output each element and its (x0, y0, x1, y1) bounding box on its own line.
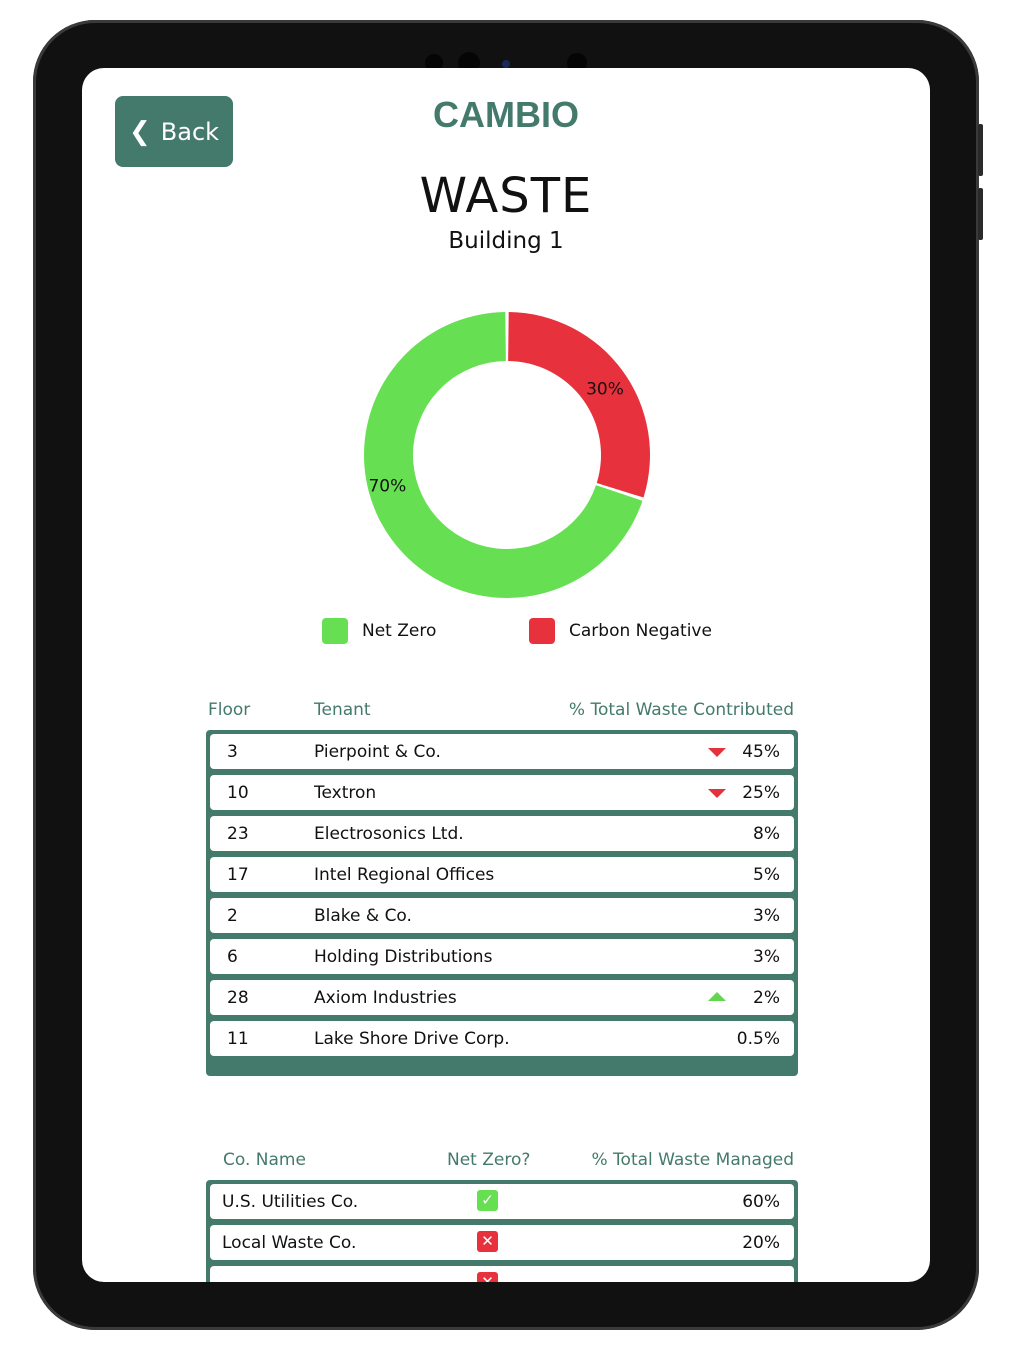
legend-label-net-zero: Net Zero (362, 621, 437, 641)
cell-floor: 28 (227, 988, 249, 1008)
cell-floor: 11 (227, 1029, 249, 1049)
cell-waste-pct: 3% (753, 947, 780, 967)
table-row[interactable]: 10 Textron 25% (210, 775, 794, 810)
cell-tenant: Electrosonics Ltd. (314, 824, 464, 844)
donut-label-net-zero: 70% (368, 477, 406, 497)
app-logo: CAMBIO (433, 94, 579, 135)
column-header-tenant: Tenant (314, 700, 371, 720)
tenant-table: 3 Pierpoint & Co. 45% 10 Textron 25% 23 Electro… (206, 730, 798, 1076)
cell-waste-pct: 3% (753, 906, 780, 926)
cell-tenant: Holding Distributions (314, 947, 493, 967)
cell-company-name: Local Waste Co. (222, 1233, 357, 1253)
page-title: WASTE (419, 168, 593, 224)
cell-floor: 3 (227, 742, 238, 762)
cell-floor: 6 (227, 947, 238, 967)
donut-slice-carbon-negative (508, 312, 650, 498)
cell-company-name: U.S. Utilities Co. (222, 1192, 359, 1212)
trend-up-icon (708, 992, 726, 1001)
column-header-waste-contributed: % Total Waste Contributed (568, 700, 794, 720)
column-header-waste-managed: % Total Waste Managed (591, 1150, 794, 1170)
page-subtitle: Building 1 (448, 228, 564, 254)
cell-waste-pct: 0.5% (736, 1029, 780, 1049)
legend-item-net-zero: Net Zero (322, 618, 436, 644)
cell-waste-pct: 5% (753, 865, 780, 885)
table-row[interactable]: 2 Blake & Co. 3% (210, 898, 794, 933)
table-row[interactable]: ✕ (210, 1266, 794, 1282)
legend-swatch-net-zero (322, 618, 348, 644)
cell-waste-pct: 45% (742, 742, 780, 762)
waste-donut-chart: 70% 30% (364, 312, 650, 598)
cell-floor: 23 (227, 824, 249, 844)
cell-floor: 17 (227, 865, 249, 885)
table-row[interactable]: U.S. Utilities Co. ✓ 60% (210, 1184, 794, 1219)
cell-tenant: Intel Regional Offices (314, 865, 495, 885)
cell-waste-pct: 8% (753, 824, 780, 844)
table-row[interactable]: 23 Electrosonics Ltd. 8% (210, 816, 794, 851)
check-icon: ✓ (477, 1190, 498, 1211)
cross-icon: ✕ (477, 1272, 498, 1282)
table-row[interactable]: 3 Pierpoint & Co. 45% (210, 734, 794, 769)
chart-legend: Net Zero Carbon Negative (82, 618, 930, 646)
cell-waste-pct: 2% (753, 988, 780, 1008)
legend-swatch-carbon-negative (529, 618, 555, 644)
table-row[interactable]: 17 Intel Regional Offices 5% (210, 857, 794, 892)
company-table-header: Co. Name Net Zero? % Total Waste Managed (208, 1150, 794, 1174)
cell-tenant: Textron (314, 783, 377, 803)
camera-icon (502, 60, 510, 68)
cell-waste-managed: 60% (742, 1192, 780, 1212)
column-header-company-name: Co. Name (223, 1150, 306, 1170)
volume-button (978, 188, 983, 240)
table-row[interactable]: 6 Holding Distributions 3% (210, 939, 794, 974)
table-row[interactable]: 28 Axiom Industries 2% (210, 980, 794, 1015)
column-header-net-zero: Net Zero? (447, 1150, 531, 1170)
cell-floor: 10 (227, 783, 249, 803)
cell-waste-managed: 20% (742, 1233, 780, 1253)
volume-button (978, 124, 983, 176)
company-table: U.S. Utilities Co. ✓ 60% Local Waste Co. ✕ 20… (206, 1180, 798, 1282)
app-screen: ❮ Back CAMBIO WASTE Building 1 70% 30% Ne… (82, 68, 930, 1282)
cell-tenant: Blake & Co. (314, 906, 412, 926)
table-row[interactable]: 11 Lake Shore Drive Corp. 0.5% (210, 1021, 794, 1056)
cell-tenant: Pierpoint & Co. (314, 742, 441, 762)
cell-tenant: Lake Shore Drive Corp. (314, 1029, 510, 1049)
legend-label-carbon-negative: Carbon Negative (569, 621, 712, 641)
trend-down-icon (708, 748, 726, 757)
donut-label-carbon-negative: 30% (586, 379, 624, 399)
cell-floor: 2 (227, 906, 238, 926)
cell-waste-pct: 25% (742, 783, 780, 803)
tenant-table-header: Floor Tenant % Total Waste Contributed (208, 700, 794, 724)
column-header-floor: Floor (208, 700, 251, 720)
cell-tenant: Axiom Industries (314, 988, 457, 1008)
table-row[interactable]: Local Waste Co. ✕ 20% (210, 1225, 794, 1260)
trend-down-icon (708, 789, 726, 798)
cross-icon: ✕ (477, 1231, 498, 1252)
legend-item-carbon-negative: Carbon Negative (529, 618, 712, 644)
